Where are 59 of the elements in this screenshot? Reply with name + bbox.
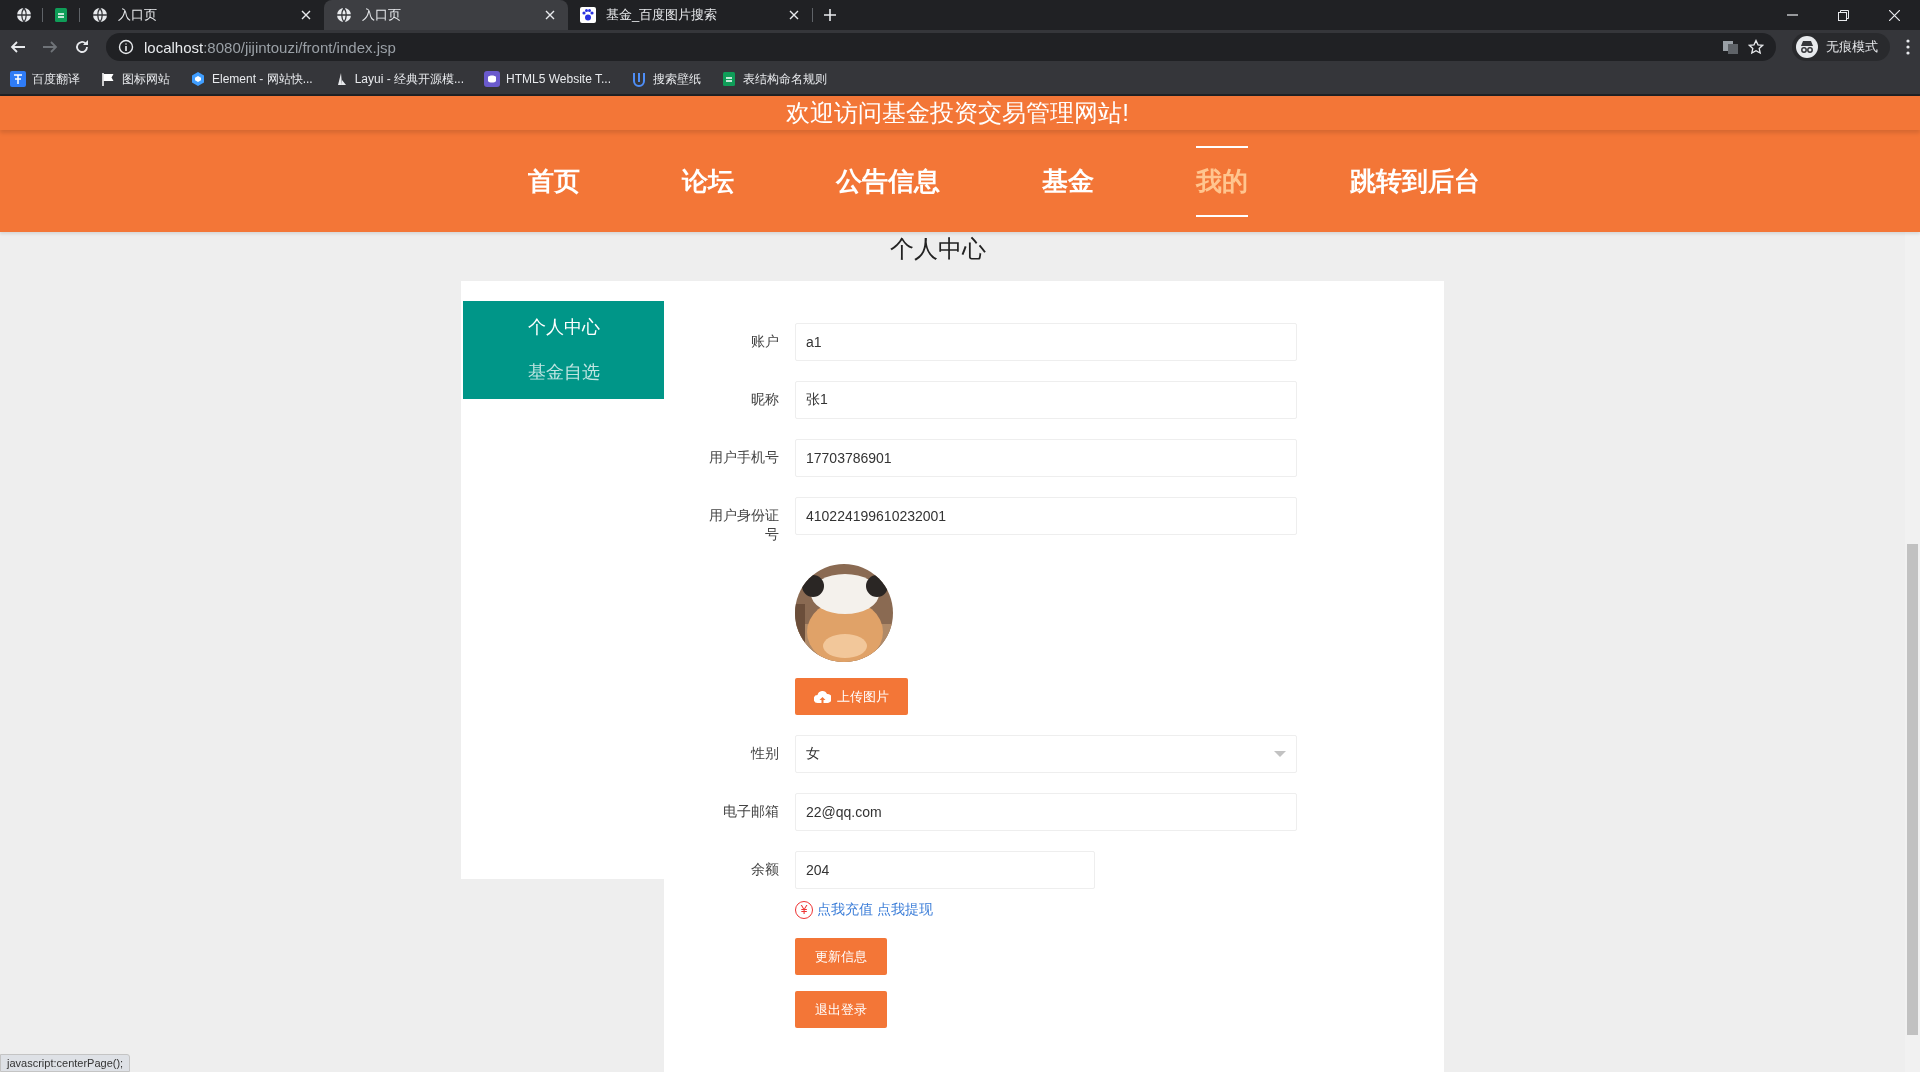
- input-field[interactable]: 22@qq.com: [795, 793, 1297, 831]
- field-label: 电子邮箱: [722, 802, 779, 821]
- spreadsheet-icon: [721, 71, 737, 87]
- address-bar[interactable]: localhost:8080/jijintouzi/front/index.jsp: [106, 33, 1776, 61]
- browser-tab[interactable]: 基金_百度图片搜索: [568, 0, 812, 30]
- input-field[interactable]: 17703786901: [795, 439, 1297, 477]
- info-icon[interactable]: [118, 39, 134, 55]
- flag-icon: [100, 71, 116, 87]
- select-field[interactable]: 女: [795, 735, 1297, 773]
- field-label: 账户: [750, 332, 779, 351]
- field-label: 用户身份证号: [708, 506, 779, 544]
- bookmark[interactable]: 图标网站: [100, 70, 170, 88]
- field-label: 用户手机号: [708, 448, 779, 467]
- mask-icon: [484, 71, 501, 87]
- browser-tab[interactable]: 入口页: [80, 0, 324, 30]
- star-icon[interactable]: [1748, 39, 1764, 55]
- cloud-upload-icon: [814, 689, 831, 704]
- input-field[interactable]: 张1: [795, 381, 1297, 419]
- close-icon[interactable]: [788, 9, 800, 21]
- forward-icon[interactable]: [42, 39, 58, 55]
- menu-icon[interactable]: [1906, 39, 1910, 55]
- bookmark[interactable]: Element - 网站快...: [190, 70, 313, 88]
- bookmark[interactable]: 搜索壁纸: [631, 70, 701, 88]
- link[interactable]: 点我提现: [877, 901, 933, 919]
- spreadsheet-icon: [53, 7, 69, 23]
- restore-icon[interactable]: [1838, 9, 1849, 21]
- bookmark[interactable]: 百度翻译: [10, 70, 80, 88]
- translate-icon[interactable]: [1722, 39, 1738, 55]
- close-icon[interactable]: [300, 9, 312, 21]
- input-field[interactable]: a1: [795, 323, 1297, 361]
- profile-button[interactable]: 无痕模式: [1792, 33, 1890, 61]
- close-icon[interactable]: [1889, 9, 1900, 21]
- globe-icon: [16, 7, 32, 23]
- link[interactable]: 点我充值: [817, 901, 873, 919]
- field-label: 性别: [749, 744, 779, 763]
- welcome-text: 欢迎访问基金投资交易管理网站!: [786, 98, 1129, 128]
- status-text: javascript:centerPage();: [0, 1054, 131, 1072]
- bookmark[interactable]: HTML5 Website T...: [484, 71, 611, 87]
- browser-tab[interactable]: 入口页: [324, 0, 568, 30]
- input-field[interactable]: 410224199610232001: [795, 497, 1297, 535]
- bookmark[interactable]: 表结构命名规则: [721, 70, 827, 88]
- bookmark[interactable]: Layui - 经典开源模...: [332, 70, 465, 88]
- paw-icon: [580, 7, 596, 23]
- field-label: 昵称: [750, 390, 779, 409]
- back-icon[interactable]: [10, 39, 26, 55]
- field-label: 余额: [750, 860, 779, 879]
- page-title: 个人中心: [889, 234, 987, 264]
- incognito-icon: [1796, 36, 1818, 58]
- fork-icon: [631, 71, 647, 87]
- globe-icon: [336, 7, 352, 23]
- sidebar-item[interactable]: 个人中心: [463, 305, 664, 350]
- hexagon-icon: [190, 71, 206, 87]
- translate-icon: [10, 71, 26, 87]
- input-field[interactable]: 204: [795, 851, 1095, 889]
- globe-icon: [92, 7, 108, 23]
- close-icon[interactable]: [544, 9, 556, 21]
- new-tab-icon[interactable]: [823, 8, 837, 22]
- reload-icon[interactable]: [74, 39, 90, 55]
- caret-icon: [1274, 751, 1286, 757]
